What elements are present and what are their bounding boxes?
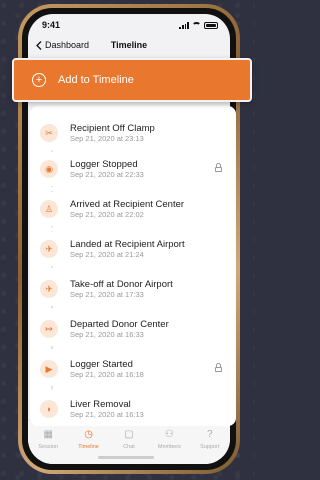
timeline-item-title: Recipient Off Clamp [70, 122, 155, 134]
timeline-item-date: Sep 21, 2020 at 21:24 [70, 249, 144, 259]
stop-icon: ◉ [40, 160, 58, 178]
timeline-item[interactable]: ↦ Departed Donor Center Sep 21, 2020 at 16… [34, 312, 234, 346]
timeline-item-text: Logger Stopped Sep 21, 2020 at 22:33 [70, 159, 144, 180]
timeline-item[interactable]: ▶ Logger Started Sep 21, 2020 at 16:18 [34, 352, 234, 386]
nav-bar: Dashboard Timeline [28, 36, 230, 54]
status-bar: 9:41 [28, 14, 230, 36]
add-to-timeline-button[interactable]: + Add to Timeline [12, 58, 252, 102]
tab-label: Timeline [78, 444, 99, 450]
timeline-item-text: Logger Started Sep 21, 2020 at 16:18 [70, 359, 144, 380]
exit-icon: ↦ [40, 320, 58, 338]
timeline-item-text: Liver Removal Sep 21, 2020 at 16:13 [70, 399, 144, 420]
timeline-item[interactable]: ✈ Take-off at Donor Airport Sep 21, 2020 a… [34, 272, 234, 306]
timeline-item-date: Sep 21, 2020 at 16:18 [70, 369, 144, 379]
timeline-item[interactable]: ✈ Landed at Recipient Airport Sep 21, 2020… [34, 232, 234, 266]
plane-landing-icon: ✈ [40, 240, 58, 258]
wifi-icon [192, 21, 201, 29]
signal-icon [179, 21, 189, 29]
timeline-item[interactable]: ◗ Liver Removal Sep 21, 2020 at 16:13 [34, 392, 234, 426]
chat-icon: ▢ [124, 429, 134, 440]
tab-session[interactable]: ▦ Session [28, 429, 68, 451]
lock-icon [215, 363, 222, 372]
person-icon: ♙ [40, 200, 58, 218]
timeline-item-title: Liver Removal [70, 398, 131, 410]
tab-support[interactable]: ? Support [190, 429, 230, 451]
timeline-item[interactable]: ♙ Arrived at Recipient Center Sep 21, 2020… [34, 192, 234, 226]
timeline-item-title: Arrived at Recipient Center [70, 198, 185, 210]
status-time: 9:41 [42, 20, 61, 30]
tab-label: Session [38, 444, 58, 450]
back-button[interactable]: Dashboard [36, 40, 89, 50]
liver-icon: ◗ [40, 400, 58, 418]
tab-label: Members [157, 444, 181, 450]
timeline-item-title: Landed at Recipient Airport [70, 238, 185, 250]
clamp-icon: ✂ [40, 124, 58, 142]
members-icon: ⚇ [164, 429, 174, 440]
timeline-item[interactable]: ✂ Recipient Off Clamp Sep 21, 2020 at 23:1… [34, 116, 234, 150]
tab-members[interactable]: ⚇ Members [149, 429, 189, 451]
grid-icon: ▦ [43, 429, 53, 440]
tab-timeline[interactable]: ◷ Timeline [69, 429, 109, 451]
help-icon: ? [206, 429, 213, 440]
timeline-item-text: Departed Donor Center Sep 21, 2020 at 16:… [70, 319, 169, 340]
chevron-left-icon [36, 40, 42, 50]
timeline-item-title: Logger Stopped [70, 158, 138, 170]
tab-label: Chat [123, 444, 135, 450]
tab-label: Support [200, 444, 220, 450]
play-icon: ▶ [40, 360, 58, 378]
tab-chat[interactable]: ▢ Chat [109, 429, 149, 451]
add-to-timeline-label: Add to Timeline [58, 74, 134, 86]
timeline-item-text: Take-off at Donor Airport Sep 21, 2020 at… [70, 279, 173, 300]
timeline-item-title: Take-off at Donor Airport [70, 278, 173, 290]
timeline-item-date: Sep 21, 2020 at 22:33 [70, 169, 144, 179]
timeline-item-date: Sep 21, 2020 at 22:02 [70, 209, 144, 219]
home-indicator [98, 456, 154, 459]
timeline-item-date: Sep 21, 2020 at 17:33 [70, 289, 144, 299]
plus-circle-icon: + [32, 73, 46, 87]
plane-takeoff-icon: ✈ [40, 280, 58, 298]
timeline-item-text: Landed at Recipient Airport Sep 21, 2020 … [70, 239, 185, 260]
timeline-item-title: Logger Started [70, 358, 133, 370]
clock-icon: ◷ [84, 429, 93, 440]
timeline-item-text: Arrived at Recipient Center Sep 21, 2020 … [70, 199, 184, 220]
timeline-item-text: Recipient Off Clamp Sep 21, 2020 at 23:13 [70, 123, 155, 144]
timeline-item[interactable]: ◉ Logger Stopped Sep 21, 2020 at 22:33 [34, 152, 234, 186]
timeline-item-date: Sep 21, 2020 at 16:13 [70, 409, 144, 419]
lock-icon [215, 163, 222, 172]
back-label: Dashboard [45, 40, 90, 50]
status-icons [179, 21, 218, 29]
timeline-item-date: Sep 21, 2020 at 16:33 [70, 329, 144, 339]
battery-icon [204, 21, 218, 29]
timeline-item-date: Sep 21, 2020 at 23:13 [70, 133, 144, 143]
timeline-item-title: Departed Donor Center [70, 318, 169, 330]
